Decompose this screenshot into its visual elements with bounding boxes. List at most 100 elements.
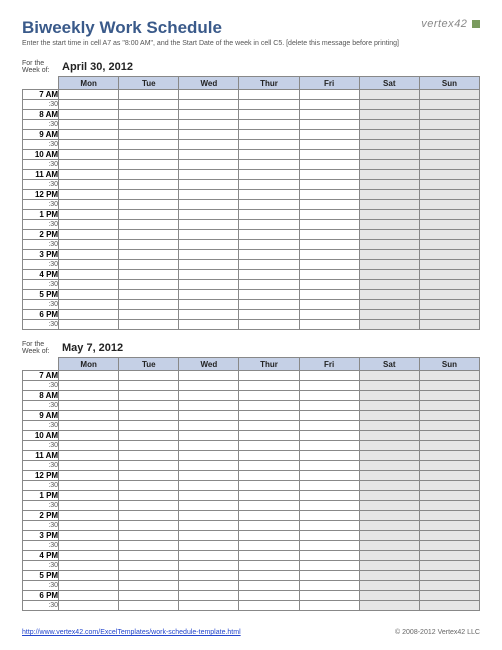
schedule-cell[interactable] (299, 451, 359, 461)
schedule-cell[interactable] (119, 441, 179, 451)
schedule-cell[interactable] (119, 431, 179, 441)
schedule-cell[interactable] (299, 391, 359, 401)
schedule-cell[interactable] (59, 300, 119, 310)
schedule-cell[interactable] (239, 461, 299, 471)
schedule-cell[interactable] (359, 260, 419, 270)
schedule-cell[interactable] (179, 130, 239, 140)
schedule-cell[interactable] (359, 270, 419, 280)
schedule-cell[interactable] (239, 230, 299, 240)
schedule-cell[interactable] (359, 521, 419, 531)
schedule-cell[interactable] (299, 381, 359, 391)
schedule-cell[interactable] (59, 561, 119, 571)
schedule-cell[interactable] (239, 371, 299, 381)
schedule-cell[interactable] (419, 571, 479, 581)
schedule-cell[interactable] (179, 551, 239, 561)
schedule-cell[interactable] (419, 320, 479, 330)
schedule-cell[interactable] (359, 240, 419, 250)
schedule-cell[interactable] (59, 401, 119, 411)
schedule-cell[interactable] (119, 481, 179, 491)
schedule-cell[interactable] (359, 150, 419, 160)
schedule-cell[interactable] (59, 531, 119, 541)
schedule-cell[interactable] (239, 310, 299, 320)
schedule-cell[interactable] (179, 170, 239, 180)
schedule-cell[interactable] (239, 491, 299, 501)
schedule-cell[interactable] (179, 481, 239, 491)
schedule-cell[interactable] (359, 601, 419, 611)
schedule-cell[interactable] (119, 270, 179, 280)
schedule-cell[interactable] (419, 140, 479, 150)
schedule-cell[interactable] (239, 170, 299, 180)
schedule-cell[interactable] (59, 250, 119, 260)
schedule-cell[interactable] (59, 511, 119, 521)
schedule-cell[interactable] (179, 511, 239, 521)
schedule-cell[interactable] (419, 160, 479, 170)
schedule-cell[interactable] (59, 491, 119, 501)
schedule-cell[interactable] (299, 270, 359, 280)
schedule-cell[interactable] (59, 230, 119, 240)
schedule-cell[interactable] (419, 581, 479, 591)
schedule-cell[interactable] (179, 120, 239, 130)
schedule-cell[interactable] (419, 130, 479, 140)
schedule-cell[interactable] (359, 170, 419, 180)
schedule-cell[interactable] (59, 210, 119, 220)
schedule-cell[interactable] (359, 471, 419, 481)
schedule-cell[interactable] (59, 591, 119, 601)
schedule-cell[interactable] (119, 411, 179, 421)
schedule-cell[interactable] (419, 601, 479, 611)
schedule-cell[interactable] (419, 461, 479, 471)
schedule-cell[interactable] (359, 431, 419, 441)
schedule-cell[interactable] (419, 521, 479, 531)
schedule-cell[interactable] (239, 451, 299, 461)
schedule-cell[interactable] (359, 551, 419, 561)
schedule-cell[interactable] (419, 300, 479, 310)
schedule-cell[interactable] (419, 431, 479, 441)
schedule-cell[interactable] (299, 120, 359, 130)
schedule-cell[interactable] (179, 90, 239, 100)
schedule-cell[interactable] (59, 441, 119, 451)
schedule-cell[interactable] (179, 200, 239, 210)
schedule-cell[interactable] (359, 220, 419, 230)
schedule-cell[interactable] (419, 290, 479, 300)
schedule-cell[interactable] (359, 391, 419, 401)
schedule-cell[interactable] (179, 371, 239, 381)
schedule-cell[interactable] (239, 541, 299, 551)
schedule-cell[interactable] (59, 461, 119, 471)
schedule-cell[interactable] (59, 290, 119, 300)
schedule-cell[interactable] (239, 401, 299, 411)
schedule-cell[interactable] (239, 601, 299, 611)
schedule-cell[interactable] (59, 310, 119, 320)
schedule-cell[interactable] (359, 451, 419, 461)
schedule-cell[interactable] (59, 320, 119, 330)
schedule-cell[interactable] (119, 401, 179, 411)
schedule-cell[interactable] (119, 280, 179, 290)
schedule-cell[interactable] (419, 531, 479, 541)
schedule-cell[interactable] (359, 501, 419, 511)
schedule-cell[interactable] (119, 180, 179, 190)
schedule-cell[interactable] (59, 120, 119, 130)
schedule-cell[interactable] (359, 441, 419, 451)
schedule-cell[interactable] (419, 210, 479, 220)
schedule-cell[interactable] (359, 100, 419, 110)
schedule-cell[interactable] (179, 220, 239, 230)
schedule-cell[interactable] (119, 240, 179, 250)
schedule-cell[interactable] (239, 240, 299, 250)
schedule-cell[interactable] (359, 571, 419, 581)
schedule-cell[interactable] (359, 300, 419, 310)
schedule-cell[interactable] (119, 541, 179, 551)
schedule-cell[interactable] (239, 150, 299, 160)
schedule-cell[interactable] (299, 551, 359, 561)
schedule-cell[interactable] (239, 581, 299, 591)
schedule-cell[interactable] (239, 511, 299, 521)
schedule-cell[interactable] (119, 140, 179, 150)
schedule-cell[interactable] (419, 220, 479, 230)
schedule-cell[interactable] (419, 411, 479, 421)
schedule-cell[interactable] (119, 250, 179, 260)
schedule-cell[interactable] (179, 110, 239, 120)
schedule-cell[interactable] (119, 90, 179, 100)
schedule-cell[interactable] (179, 310, 239, 320)
schedule-cell[interactable] (239, 210, 299, 220)
schedule-cell[interactable] (299, 421, 359, 431)
schedule-cell[interactable] (59, 130, 119, 140)
schedule-cell[interactable] (359, 581, 419, 591)
schedule-cell[interactable] (299, 190, 359, 200)
